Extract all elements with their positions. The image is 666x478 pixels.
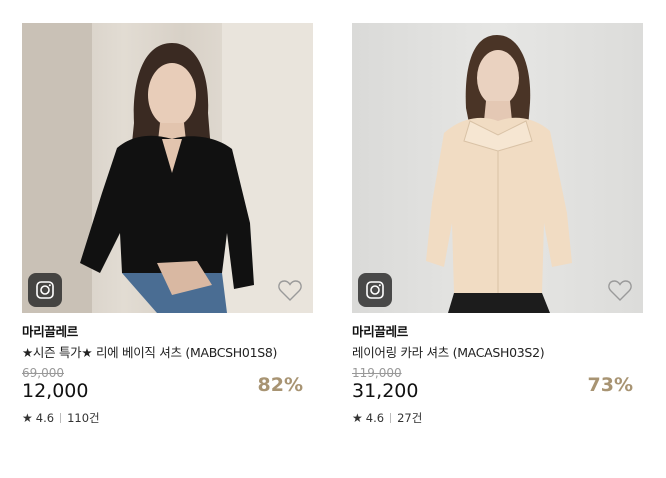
product-card[interactable]: 마리끌레르 ★시즌 특가★ 리에 베이직 셔츠 (MABCSH01S8) 69,… xyxy=(22,23,313,426)
product-photo xyxy=(426,35,572,313)
product-card[interactable]: 마리끌레르 레이어링 카라 셔츠 (MACASH03S2) 119,000 31… xyxy=(352,23,643,426)
divider xyxy=(60,413,62,423)
camera-icon[interactable] xyxy=(28,273,62,307)
rating-value: 4.6 xyxy=(365,411,385,425)
product-image[interactable] xyxy=(22,23,313,313)
product-photo xyxy=(22,23,313,313)
review-count: 110건 xyxy=(67,411,100,425)
rating-row: ★ 4.6 27건 xyxy=(352,410,643,426)
heart-icon[interactable] xyxy=(607,279,633,303)
discount-rate: 82% xyxy=(257,374,303,396)
star-icon: ★ xyxy=(22,411,33,425)
product-name[interactable]: ★시즌 특가★ 리에 베이직 셔츠 (MABCSH01S8) xyxy=(22,344,313,362)
discount-rate: 73% xyxy=(587,374,633,396)
brand-name: 마리끌레르 xyxy=(352,324,409,339)
star-icon: ★ xyxy=(352,411,363,425)
product-name[interactable]: 레이어링 카라 셔츠 (MACASH03S2) xyxy=(352,344,643,362)
divider xyxy=(390,413,392,423)
review-count: 27건 xyxy=(397,411,423,425)
product-image[interactable] xyxy=(352,23,643,313)
heart-icon[interactable] xyxy=(277,279,303,303)
rating-value: 4.6 xyxy=(35,411,55,425)
rating-row: ★ 4.6 110건 xyxy=(22,410,313,426)
camera-icon[interactable] xyxy=(358,273,392,307)
brand-name: 마리끌레르 xyxy=(22,324,79,339)
